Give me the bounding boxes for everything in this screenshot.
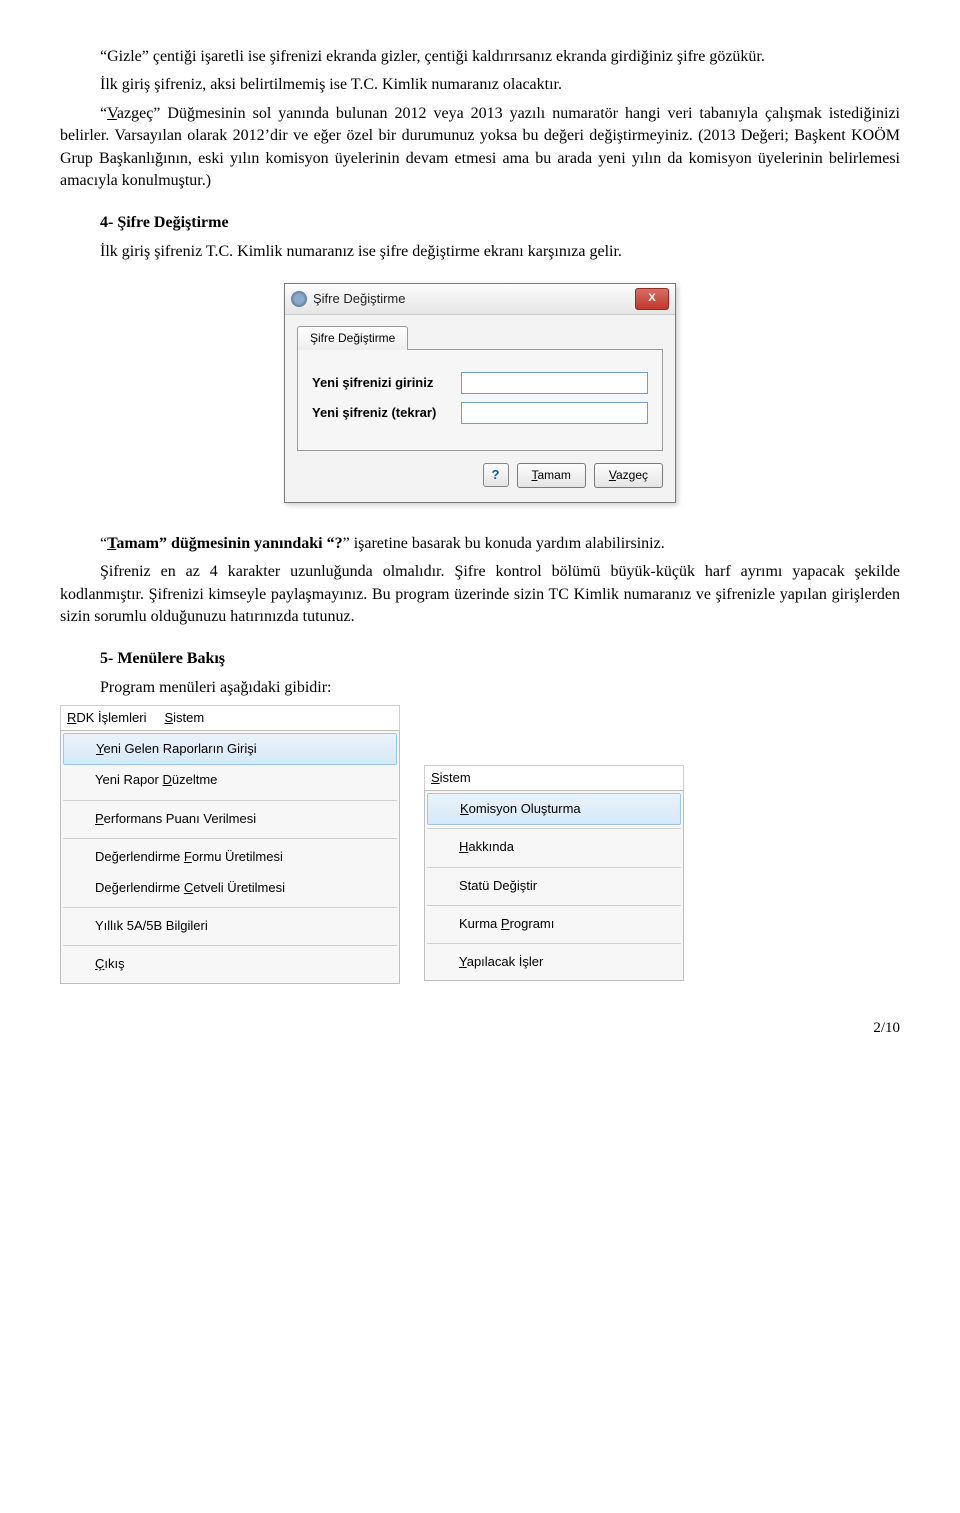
paragraph: Şifreniz en az 4 karakter uzunluğunda ol…: [60, 561, 900, 628]
password-change-dialog: Şifre Değiştirme X Şifre Değiştirme Yeni…: [284, 283, 676, 503]
text: F: [184, 849, 192, 864]
menu-item[interactable]: Yapılacak İşler: [425, 947, 683, 978]
text: azgeç: [616, 468, 648, 482]
menubar: RDK İşlemleri Sistem: [60, 705, 400, 731]
menu-item[interactable]: Çıkış: [61, 949, 399, 980]
text: amam: [538, 468, 571, 482]
text: rogramı: [510, 916, 555, 931]
text: S: [164, 710, 173, 725]
paragraph: “Vazgeç” Düğmesinin sol yanında bulunan …: [60, 103, 900, 193]
text: Ç: [95, 956, 104, 971]
text: eni Gelen Raporların Girişi: [103, 741, 256, 756]
text: ormu Üretilmesi: [192, 849, 283, 864]
text: P: [501, 916, 510, 931]
text: istem: [440, 770, 471, 785]
text: Yeni Rapor: [95, 772, 162, 787]
paragraph: Program menüleri aşağıdaki gibidir:: [60, 677, 900, 699]
menu-item[interactable]: Yıllık 5A/5B Bilgileri: [61, 911, 399, 942]
dialog-title: Şifre Değiştirme: [313, 290, 405, 308]
menu-item[interactable]: Statü Değiştir: [425, 871, 683, 902]
label-new-password-repeat: Yeni şifreniz (tekrar): [312, 404, 451, 422]
paragraph: İlk giriş şifreniz T.C. Kimlik numaranız…: [60, 241, 900, 263]
gear-icon: [291, 291, 307, 307]
text: Statü Değiştir: [459, 878, 537, 893]
text: omisyon Oluşturma: [469, 801, 581, 816]
text: D: [162, 772, 171, 787]
text: üzeltme: [172, 772, 218, 787]
menu-rdk[interactable]: RDK İşlemleri: [67, 709, 146, 727]
text: Değerlendirme: [95, 880, 184, 895]
text: P: [95, 811, 104, 826]
dropdown-rdk: Yeni Gelen Raporların Girişi Yeni Rapor …: [60, 730, 400, 983]
menubar: Sistem: [424, 765, 684, 791]
text: DK İşlemleri: [76, 710, 146, 725]
section-heading: 5- Menülere Bakış: [60, 648, 900, 670]
text: Kurma: [459, 916, 501, 931]
menu-item[interactable]: Komisyon Oluşturma: [427, 793, 681, 825]
paragraph: “Gizle” çentiği işaretli ise şifrenizi e…: [60, 46, 900, 68]
menu-item[interactable]: Hakkında: [425, 832, 683, 863]
menu-item[interactable]: Yeni Gelen Raporların Girişi: [63, 733, 397, 765]
menu-item[interactable]: Değerlendirme Formu Üretilmesi: [61, 842, 399, 873]
close-button[interactable]: X: [635, 288, 669, 310]
tab-password-change[interactable]: Şifre Değiştirme: [297, 326, 408, 350]
text: etveli Üretilmesi: [193, 880, 285, 895]
text: erformans Puanı Verilmesi: [104, 811, 256, 826]
menu-item[interactable]: Kurma Programı: [425, 909, 683, 940]
text: Değerlendirme: [95, 849, 184, 864]
section-heading: 4- Şifre Değiştirme: [60, 212, 900, 234]
menu-item[interactable]: Değerlendirme Cetveli Üretilmesi: [61, 873, 399, 904]
help-button[interactable]: ?: [483, 463, 509, 487]
text: C: [184, 880, 193, 895]
text: amam” düğmesinin yanındaki “: [116, 535, 334, 552]
page-number: 2/10: [60, 1018, 900, 1039]
text: H: [459, 839, 468, 854]
paragraph: “Tamam” düğmesinin yanındaki “?” işareti…: [60, 533, 900, 555]
text: V: [609, 468, 616, 482]
dialog-titlebar: Şifre Değiştirme X: [285, 284, 675, 315]
text: apılacak İşler: [467, 954, 544, 969]
dropdown-sistem: Komisyon Oluşturma Hakkında Statü Değişt…: [424, 790, 684, 981]
text: ?: [335, 535, 343, 552]
menu-item[interactable]: Yeni Rapor Düzeltme: [61, 765, 399, 796]
text: azgeç” Düğmesinin sol yanında bulunan 20…: [60, 105, 900, 189]
input-new-password-repeat[interactable]: [461, 402, 648, 424]
text: Yıllık 5A/5B Bilgileri: [95, 918, 208, 933]
menu-item[interactable]: Performans Puanı Verilmesi: [61, 804, 399, 835]
ok-button[interactable]: Tamam: [517, 463, 586, 488]
input-new-password[interactable]: [461, 372, 648, 394]
menu-sistem[interactable]: Sistem: [164, 709, 204, 727]
text: istem: [173, 710, 204, 725]
cancel-button[interactable]: Vazgeç: [594, 463, 663, 488]
text: K: [460, 801, 469, 816]
text: ” işaretine basarak bu konuda yardım ala…: [343, 535, 665, 552]
text: R: [67, 710, 76, 725]
text: ıkış: [104, 956, 124, 971]
text: S: [431, 770, 440, 785]
paragraph: İlk giriş şifreniz, aksi belirtilmemiş i…: [60, 74, 900, 96]
menu-sistem[interactable]: Sistem: [431, 769, 471, 787]
text: V: [107, 105, 117, 122]
text: akkında: [468, 839, 514, 854]
tab-panel: Yeni şifrenizi giriniz Yeni şifreniz (te…: [297, 349, 663, 451]
menus-screenshot: RDK İşlemleri Sistem Yeni Gelen Raporlar…: [60, 705, 900, 984]
label-new-password: Yeni şifrenizi giriniz: [312, 374, 451, 392]
text: Y: [459, 954, 467, 969]
text: T: [107, 535, 116, 552]
